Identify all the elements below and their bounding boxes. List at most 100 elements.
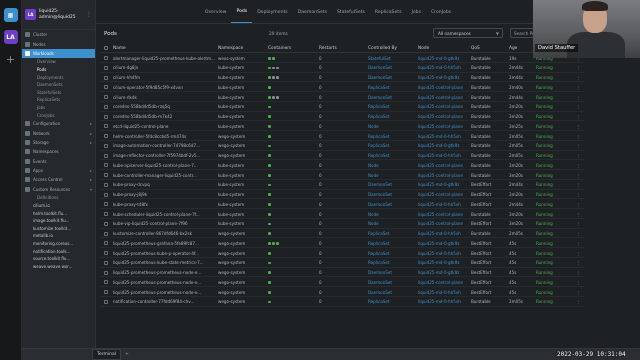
pod-node[interactable]: liquid25-md-0-gtk9z [418,270,466,275]
row-menu-icon[interactable]: ⋮ [576,212,582,217]
row-menu-icon[interactable]: ⋮ [576,231,582,236]
pod-node[interactable]: liquid25-md-0-gtk9z [418,260,466,265]
pod-controlled-by[interactable]: DaemonSet [368,280,414,285]
sidebar-item-network[interactable]: Network ▸ [22,128,95,137]
select-all-checkbox[interactable] [104,46,108,50]
cluster-hotbar-icon[interactable]: LA [3,30,18,44]
col-age[interactable]: Age [509,46,517,51]
row-checkbox[interactable] [104,104,108,109]
pod-controlled-by[interactable]: ReplicaSet [368,104,414,109]
table-row[interactable]: coredns-558bd4d5db-rzq5q kube-system 0 Repl… [100,102,584,112]
add-cluster-icon[interactable]: + [4,52,18,66]
pod-controlled-by[interactable]: StatefulSet [368,56,414,61]
sidebar-subitem-pods[interactable]: Pods [22,66,95,74]
tab-overview[interactable]: Overview [200,10,232,23]
row-checkbox[interactable] [104,260,108,265]
pod-controlled-by[interactable]: ReplicaSet [368,85,414,90]
row-checkbox[interactable] [104,241,108,246]
row-checkbox[interactable] [104,251,108,255]
table-row[interactable]: image-automation-controller-74798c6d7...… [100,141,584,151]
pod-controlled-by[interactable]: Node [368,124,414,129]
pod-controlled-by[interactable]: ReplicaSet [368,251,414,256]
table-row[interactable]: notification-controller-77fdd69f84-chv..… [100,297,584,307]
pod-controlled-by[interactable]: DaemonSet [368,182,414,187]
pod-node[interactable]: liquid25-md-0-gtk9z [418,182,466,187]
table-row[interactable]: cilium-hh4fm kube-system 0 DaemonSet liquid2… [100,73,584,83]
row-checkbox[interactable] [104,56,108,60]
row-checkbox[interactable] [104,202,108,207]
terminal-tab[interactable]: Terminal [92,349,122,360]
pod-node[interactable]: liquid25-md-0-gtk9z [418,75,466,80]
pod-controlled-by[interactable]: ReplicaSet [368,153,414,158]
sidebar-item-events[interactable]: Events [22,156,95,165]
pod-controlled-by[interactable]: ReplicaSet [368,143,414,148]
sidebar-item-access-control[interactable]: Access Control ▸ [22,175,95,184]
row-menu-icon[interactable]: ⋮ [576,173,582,178]
row-checkbox[interactable] [104,153,108,158]
row-menu-icon[interactable]: ⋮ [576,65,582,70]
row-checkbox[interactable] [104,221,108,226]
sidebar-subitem-image-toolkit-flu[interactable]: image.toolkit.flu... [22,217,95,225]
row-checkbox[interactable] [104,192,108,197]
pod-node[interactable]: liquid25-md-0-hh5vh [418,65,466,70]
pod-node[interactable]: liquid25-control-plane [418,280,466,285]
add-terminal-icon[interactable]: + [125,352,129,357]
namespace-select[interactable]: All namespaces ▼ [433,28,503,38]
tab-replicasets[interactable]: ReplicaSets [370,10,407,23]
pod-node[interactable]: liquid25-md-0-gtk9z [418,56,466,61]
sidebar-subitem-cilium-io[interactable]: cilium.io [22,202,95,210]
sidebar-subitem-monitoring-coreos[interactable]: monitoring.coreos... [22,240,95,248]
pod-node[interactable]: liquid25-md-0-gtk9z [418,143,466,148]
col-restarts[interactable]: Restarts [319,46,337,51]
row-checkbox[interactable] [104,231,108,236]
sidebar-item-namespaces[interactable]: Namespaces [22,147,95,156]
row-checkbox[interactable] [104,299,108,304]
row-checkbox[interactable] [104,270,108,275]
row-menu-icon[interactable]: ⋮ [576,95,582,100]
row-checkbox[interactable] [104,85,108,90]
row-menu-icon[interactable]: ⋮ [576,290,582,295]
table-row[interactable]: alertmanager-liquid25-prometheus-kube-al… [100,53,584,63]
pod-controlled-by[interactable]: Node [368,221,414,226]
table-row[interactable]: coredns-558bd4d5db-m7k42 kube-system 0 Repl… [100,112,584,122]
pod-node[interactable]: liquid25-control-plane [418,104,466,109]
row-menu-icon[interactable]: ⋮ [576,85,582,90]
row-checkbox[interactable] [104,173,108,177]
pod-node[interactable]: liquid25-control-plane [418,221,466,226]
row-menu-icon[interactable]: ⋮ [576,114,582,119]
sidebar-item-configuration[interactable]: Configuration ▸ [22,119,95,128]
row-menu-icon[interactable]: ⋮ [576,163,582,168]
row-checkbox[interactable] [104,124,108,129]
pod-controlled-by[interactable]: Node [368,163,414,168]
row-menu-icon[interactable]: ⋮ [576,299,582,304]
pod-controlled-by[interactable]: ReplicaSet [368,231,414,236]
row-checkbox[interactable] [104,65,108,70]
row-checkbox[interactable] [104,163,108,168]
row-checkbox[interactable] [104,280,108,285]
table-row[interactable]: liquid25-prometheus-grafana-5fe89fc87...… [100,238,584,248]
cluster-header[interactable]: LA liquid25-admin@liquid25 ⋮ [22,0,95,30]
row-menu-icon[interactable]: ⋮ [576,104,582,109]
pod-node[interactable]: liquid25-md-0-hh5vh [418,231,466,236]
pod-node[interactable]: liquid25-control-plane [418,173,466,178]
row-menu-icon[interactable]: ⋮ [576,143,582,148]
col-containers[interactable]: Containers [268,46,291,51]
table-row[interactable]: cilium-4g8jn kube-system 0 DaemonSet liquid2… [100,63,584,73]
sidebar-subitem-jobs[interactable]: Jobs [22,104,95,112]
table-row[interactable]: liquid25-prometheus-kube-p-operator-4f..… [100,248,584,258]
pod-controlled-by[interactable]: DaemonSet [368,270,414,275]
tab-deployments[interactable]: Deployments [252,10,293,23]
row-menu-icon[interactable]: ⋮ [576,221,582,226]
table-row[interactable]: cilium-rlk4k kube-system 0 DaemonSet liquid2… [100,92,584,102]
table-row[interactable]: cilium-operator-5f9d85c5f9-x4vxn kube-sys… [100,82,584,92]
pod-node[interactable]: liquid25-control-plane [418,114,466,119]
table-row[interactable]: kube-proxy-t48fx kube-system 0 DaemonSet liq… [100,199,584,209]
sidebar-item-storage[interactable]: Storage ▸ [22,138,95,147]
table-row[interactable]: etcd-liquid25-control-plane kube-system 0 N… [100,121,584,131]
pod-controlled-by[interactable]: DaemonSet [368,95,414,100]
sidebar-item-apps[interactable]: Apps ▸ [22,166,95,175]
pod-controlled-by[interactable]: DaemonSet [368,202,414,207]
table-row[interactable]: kube-apiserver-liquid25-control-plane-7.… [100,160,584,170]
row-menu-icon[interactable]: ⋮ [576,124,582,129]
row-menu-icon[interactable]: ⋮ [576,202,582,207]
